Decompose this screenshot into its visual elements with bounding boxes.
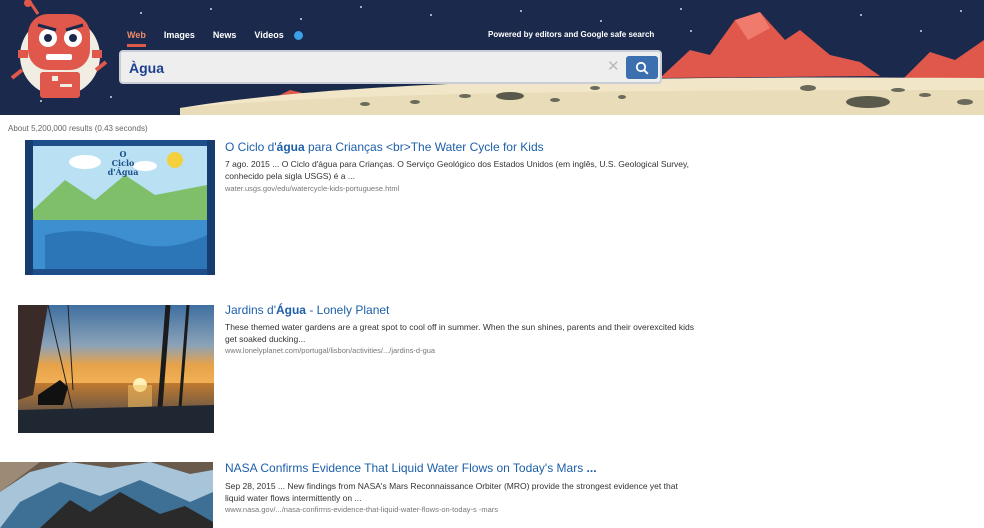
tab-web[interactable]: Web (127, 30, 146, 47)
header: Web Images News Videos Powered by editor… (0, 0, 984, 115)
result-snippet: Sep 28, 2015 ... New findings from NASA'… (225, 481, 678, 503)
search-icon (635, 61, 649, 75)
sunset-sailboat-image (18, 305, 214, 433)
result-thumbnail[interactable] (0, 462, 213, 528)
tab-images[interactable]: Images (164, 30, 195, 44)
result-title-link[interactable]: O Ciclo d'água para Crianças <br>The Wat… (225, 140, 544, 154)
result-stats: About 5,200,000 results (0.43 seconds) (8, 124, 148, 133)
tab-news[interactable]: News (213, 30, 237, 44)
search-type-tabs: Web Images News Videos (127, 30, 303, 47)
search-bar: ✕ (119, 50, 662, 84)
result-snippet: 7 ago. 2015 ... O Ciclo d'água para Cria… (225, 159, 690, 181)
mars-terrain-image (0, 462, 213, 528)
result-thumbnail[interactable]: O Ciclo d'Água (25, 140, 215, 275)
result-title-link[interactable]: NASA Confirms Evidence That Liquid Water… (225, 461, 597, 475)
clear-search-icon[interactable]: ✕ (607, 59, 620, 75)
search-input[interactable] (129, 58, 599, 78)
result-thumbnail[interactable] (18, 305, 214, 433)
notification-dot-icon (293, 31, 303, 40)
powered-by-text: Powered by editors and Google safe searc… (488, 30, 655, 39)
robot-mascot-logo[interactable] (8, 0, 113, 108)
result-snippet: These themed water gardens are a great s… (225, 322, 695, 344)
result-title-link[interactable]: Jardins d'Água - Lonely Planet (225, 303, 389, 317)
result-url: www.lonelyplanet.com/portugal/lisbon/act… (225, 346, 436, 355)
search-button[interactable] (626, 56, 658, 79)
tab-videos[interactable]: Videos (254, 30, 283, 44)
result-url: water.usgs.gov/edu/watercycle-kids-portu… (225, 184, 400, 193)
result-url: www.nasa.gov/.../nasa-confirms-evidence-… (225, 505, 499, 514)
poster-title-text: O Ciclo d'Água (107, 149, 139, 177)
